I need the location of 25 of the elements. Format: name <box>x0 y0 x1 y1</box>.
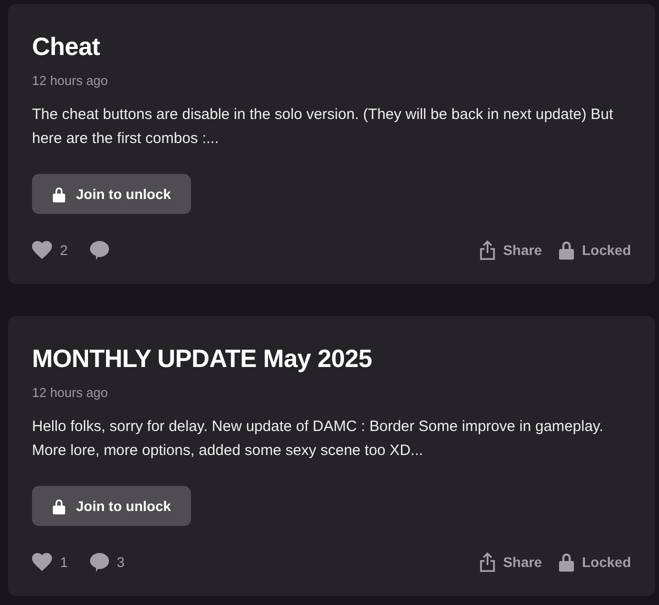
lock-icon <box>558 552 575 572</box>
heart-icon[interactable] <box>32 553 52 571</box>
post-title: Cheat <box>32 32 101 63</box>
lock-icon <box>52 186 66 202</box>
join-button[interactable]: Join to unlock <box>32 174 191 214</box>
post-excerpt: Hello folks, sorry for delay. New update of DAMC : Border Some improve in gameplay. More lore, more options, added some sexy scene too XD... <box>32 417 604 461</box>
share-link[interactable]: Share <box>479 240 542 260</box>
post-title: MONTHLY UPDATE May 2025 <box>32 344 373 375</box>
comment-icon[interactable] <box>90 240 109 260</box>
share-link[interactable]: Share <box>479 552 542 572</box>
comment-count: 3 <box>116 554 125 570</box>
locked-status[interactable]: Locked <box>558 552 631 572</box>
like-count: 1 <box>60 554 68 570</box>
heart-icon[interactable] <box>32 241 52 259</box>
locked-status[interactable]: Locked <box>558 240 631 260</box>
post-time: 12 hours ago <box>32 385 108 401</box>
lock-icon <box>52 498 66 514</box>
post-excerpt: The cheat buttons are disable in the solo version. (They will be back in next update) But here are the first combos :... <box>32 105 614 149</box>
join-button[interactable]: Join to unlock <box>32 486 191 526</box>
share-icon <box>479 240 496 260</box>
share-icon <box>479 552 496 572</box>
comment-icon[interactable] <box>90 552 109 572</box>
like-count: 2 <box>60 242 68 258</box>
post-time: 12 hours ago <box>32 73 108 89</box>
lock-icon <box>558 240 575 260</box>
